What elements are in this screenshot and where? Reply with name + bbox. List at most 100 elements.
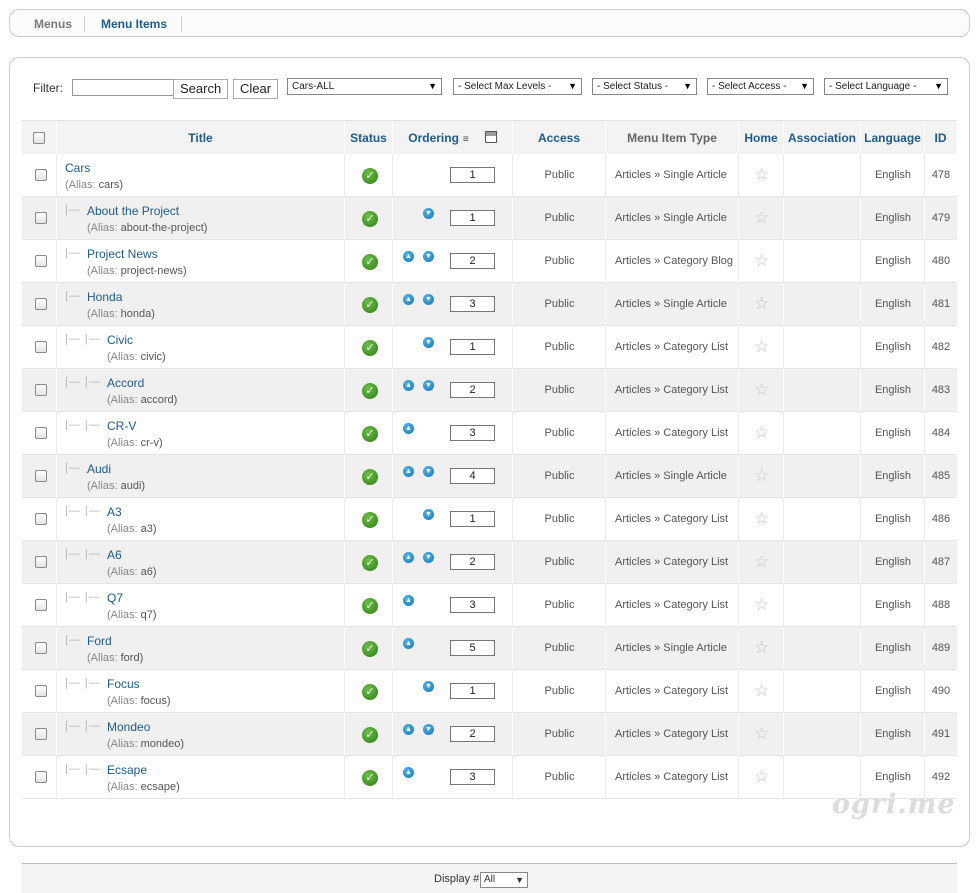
move-up-icon[interactable]: ▲ (403, 251, 414, 262)
tab-menu-items[interactable]: Menu Items (89, 16, 183, 32)
move-down-icon[interactable]: ▼ (423, 251, 434, 262)
move-down-icon[interactable]: ▼ (423, 724, 434, 735)
access-select[interactable]: - Select Access - ▼ (707, 78, 814, 95)
home-star-icon[interactable]: ☆ (754, 768, 769, 785)
ordering-input[interactable]: 5 (450, 640, 495, 656)
move-down-icon[interactable]: ▼ (423, 294, 434, 305)
menu-item-title-link[interactable]: A6 (107, 548, 122, 562)
published-check-icon[interactable]: ✓ (362, 598, 378, 614)
ordering-input[interactable]: 2 (450, 253, 495, 269)
home-star-icon[interactable]: ☆ (754, 295, 769, 312)
header-association[interactable]: Association (784, 121, 861, 155)
menu-item-title-link[interactable]: Q7 (107, 591, 123, 605)
published-check-icon[interactable]: ✓ (362, 641, 378, 657)
row-checkbox[interactable] (35, 169, 47, 181)
move-down-icon[interactable]: ▼ (423, 509, 434, 520)
ordering-input[interactable]: 1 (450, 339, 495, 355)
header-language[interactable]: Language (861, 121, 925, 155)
published-check-icon[interactable]: ✓ (362, 383, 378, 399)
published-check-icon[interactable]: ✓ (362, 770, 378, 786)
home-star-icon[interactable]: ☆ (754, 338, 769, 355)
home-star-icon[interactable]: ☆ (754, 381, 769, 398)
clear-button[interactable]: Clear (233, 79, 279, 99)
ordering-input[interactable]: 3 (450, 597, 495, 613)
row-checkbox[interactable] (35, 341, 47, 353)
ordering-input[interactable]: 2 (450, 726, 495, 742)
menu-item-title-link[interactable]: Audi (87, 462, 111, 476)
check-all-checkbox[interactable] (33, 132, 45, 144)
home-star-icon[interactable]: ☆ (754, 725, 769, 742)
menu-type-select[interactable]: Cars-ALL ▼ (287, 78, 442, 95)
published-check-icon[interactable]: ✓ (362, 684, 378, 700)
move-down-icon[interactable]: ▼ (423, 552, 434, 563)
row-checkbox[interactable] (35, 728, 47, 740)
published-check-icon[interactable]: ✓ (362, 254, 378, 270)
move-down-icon[interactable]: ▼ (423, 681, 434, 692)
ordering-input[interactable]: 3 (450, 296, 495, 312)
row-checkbox[interactable] (35, 212, 47, 224)
ordering-input[interactable]: 1 (450, 683, 495, 699)
ordering-input[interactable]: 4 (450, 468, 495, 484)
move-up-icon[interactable]: ▲ (403, 423, 414, 434)
ordering-input[interactable]: 1 (450, 167, 495, 183)
home-star-icon[interactable]: ☆ (754, 596, 769, 613)
row-checkbox[interactable] (35, 513, 47, 525)
move-down-icon[interactable]: ▼ (423, 380, 434, 391)
move-up-icon[interactable]: ▲ (403, 767, 414, 778)
move-down-icon[interactable]: ▼ (423, 466, 434, 477)
published-check-icon[interactable]: ✓ (362, 727, 378, 743)
ordering-input[interactable]: 3 (450, 425, 495, 441)
menu-item-title-link[interactable]: Accord (107, 376, 144, 390)
move-down-icon[interactable]: ▼ (423, 208, 434, 219)
move-up-icon[interactable]: ▲ (403, 638, 414, 649)
header-status[interactable]: Status (345, 121, 393, 155)
home-star-icon[interactable]: ☆ (754, 510, 769, 527)
published-check-icon[interactable]: ✓ (362, 512, 378, 528)
menu-item-title-link[interactable]: Civic (107, 333, 133, 347)
home-star-icon[interactable]: ☆ (754, 639, 769, 656)
tab-menus[interactable]: Menus (22, 16, 86, 32)
menu-item-title-link[interactable]: Honda (87, 290, 122, 304)
language-select[interactable]: - Select Language - ▼ (824, 78, 948, 95)
published-check-icon[interactable]: ✓ (362, 168, 378, 184)
row-checkbox[interactable] (35, 384, 47, 396)
ordering-input[interactable]: 3 (450, 769, 495, 785)
move-up-icon[interactable]: ▲ (403, 466, 414, 477)
published-check-icon[interactable]: ✓ (362, 469, 378, 485)
published-check-icon[interactable]: ✓ (362, 297, 378, 313)
search-button[interactable]: Search (173, 79, 229, 99)
filter-search-input[interactable] (72, 79, 177, 96)
move-up-icon[interactable]: ▲ (403, 380, 414, 391)
row-checkbox[interactable] (35, 642, 47, 654)
ordering-input[interactable]: 1 (450, 511, 495, 527)
move-up-icon[interactable]: ▲ (403, 294, 414, 305)
row-checkbox[interactable] (35, 556, 47, 568)
ordering-input[interactable]: 2 (450, 554, 495, 570)
menu-item-title-link[interactable]: About the Project (87, 204, 179, 218)
save-order-icon[interactable] (484, 131, 497, 143)
header-home[interactable]: Home (739, 121, 784, 155)
move-up-icon[interactable]: ▲ (403, 724, 414, 735)
row-checkbox[interactable] (35, 298, 47, 310)
home-star-icon[interactable]: ☆ (754, 209, 769, 226)
published-check-icon[interactable]: ✓ (362, 211, 378, 227)
move-up-icon[interactable]: ▲ (403, 595, 414, 606)
menu-item-title-link[interactable]: Cars (65, 161, 90, 175)
menu-item-title-link[interactable]: Project News (87, 247, 158, 261)
home-star-icon[interactable]: ☆ (754, 252, 769, 269)
home-star-icon[interactable]: ☆ (754, 467, 769, 484)
move-up-icon[interactable]: ▲ (403, 552, 414, 563)
home-star-icon[interactable]: ☆ (754, 682, 769, 699)
row-checkbox[interactable] (35, 685, 47, 697)
published-check-icon[interactable]: ✓ (362, 426, 378, 442)
row-checkbox[interactable] (35, 599, 47, 611)
header-access[interactable]: Access (513, 121, 606, 155)
display-limit-select[interactable]: All ▼ (480, 872, 528, 888)
home-star-icon[interactable]: ☆ (754, 166, 769, 183)
home-star-icon[interactable]: ☆ (754, 424, 769, 441)
row-checkbox[interactable] (35, 427, 47, 439)
menu-item-title-link[interactable]: A3 (107, 505, 122, 519)
status-select[interactable]: - Select Status - ▼ (592, 78, 697, 95)
menu-item-title-link[interactable]: Focus (107, 677, 140, 691)
published-check-icon[interactable]: ✓ (362, 340, 378, 356)
